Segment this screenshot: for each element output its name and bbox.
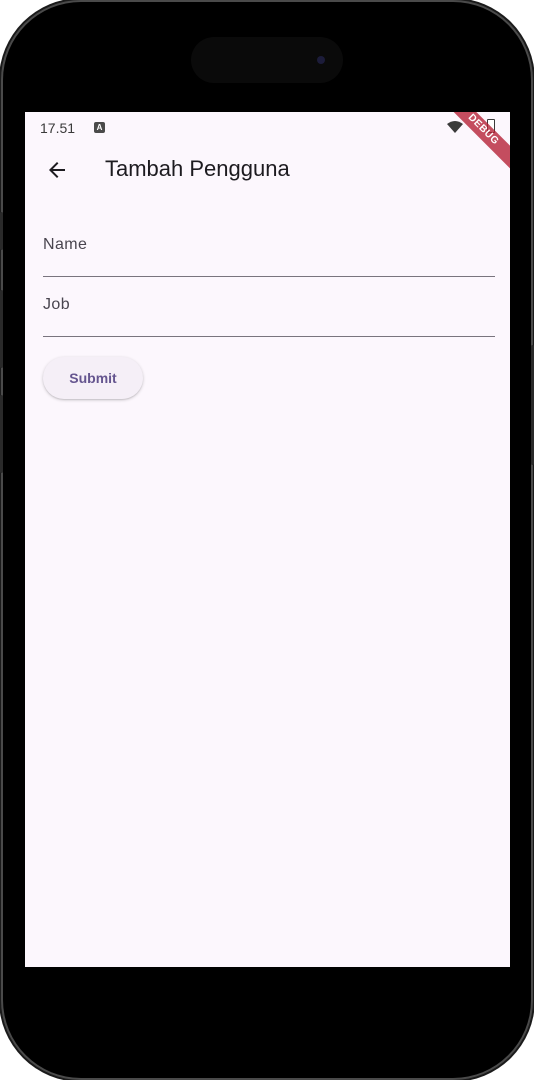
page-title: Tambah Pengguna	[105, 156, 290, 181]
submit-button[interactable]: Submit	[43, 357, 143, 399]
front-camera	[317, 56, 325, 64]
name-field[interactable]: Name	[43, 224, 499, 278]
action-button	[0, 212, 3, 250]
app-bar: Tambah Pengguna	[25, 142, 510, 198]
job-input[interactable]	[43, 284, 499, 338]
dynamic-island	[191, 37, 343, 83]
a-notification-icon: A	[94, 122, 105, 133]
job-field[interactable]: Job	[43, 284, 499, 338]
arrow-back-icon	[49, 162, 65, 178]
phone-frame: 17.51 A DEBUG Tambah Pengguna Name Job S…	[3, 2, 531, 1078]
back-button[interactable]	[37, 150, 77, 190]
wifi-icon	[447, 121, 463, 133]
volume-up-button	[0, 290, 3, 368]
name-input[interactable]	[43, 224, 499, 278]
status-bar: 17.51 A	[25, 112, 510, 142]
volume-down-button	[0, 395, 3, 473]
status-time: 17.51	[40, 120, 76, 136]
app-screen: 17.51 A DEBUG Tambah Pengguna Name Job S…	[25, 112, 510, 967]
